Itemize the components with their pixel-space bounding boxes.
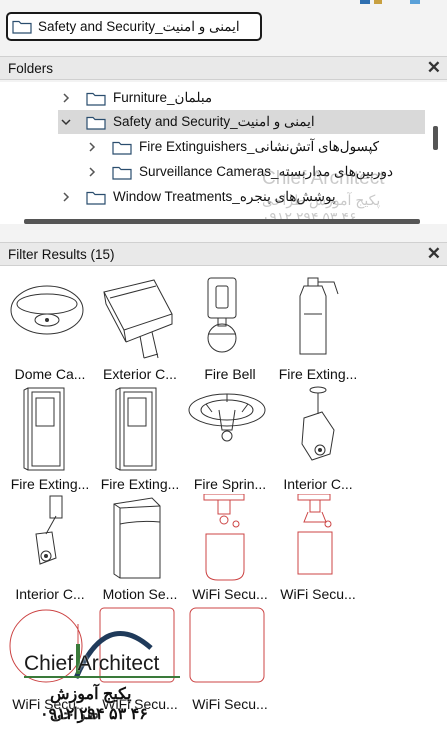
result-item[interactable]: Interior C... [272, 382, 360, 492]
tree-item-label: Safety and Security_ایمنی و امنیت [113, 114, 315, 129]
tree-item-label: Fire Extinguishers_کپسول‌های آتش‌نشانی [139, 139, 380, 154]
result-label: WiFi Secu... [12, 696, 88, 712]
result-label: Fire Sprin... [193, 476, 267, 492]
chevron-right-icon[interactable] [60, 191, 72, 203]
result-item[interactable]: WiFi Secu... [4, 602, 92, 712]
chevron-down-icon[interactable] [60, 116, 72, 128]
folders-panel-header: Folders ✕ [0, 56, 447, 80]
tree-item-furniture[interactable]: Furniture_مبلمان [60, 86, 212, 110]
toolbar-fragment [300, 0, 447, 4]
folder-icon [86, 115, 106, 130]
tree-item-surveillance-cameras[interactable]: Surveillance Cameras_دوربین‌های مداربسته [86, 160, 393, 184]
fire-extinguisher-icon [299, 277, 339, 355]
wifi-camera-round-icon [9, 609, 83, 683]
result-label: Fire Exting... [278, 366, 358, 382]
folder-icon [86, 190, 106, 205]
result-label: Fire Bell [204, 366, 256, 382]
fire-sprinkler-icon [188, 393, 266, 442]
current-folder-path[interactable]: Safety and Security_ایمنی و امنیت [6, 12, 262, 41]
result-label: Fire Exting... [10, 476, 90, 492]
tree-item-label: Window Treatments_پوشش‌های پنجره [113, 189, 336, 204]
wifi-camera-icon [297, 494, 333, 575]
result-item[interactable]: Fire Exting... [272, 272, 360, 382]
tree-item-fire-extinguishers[interactable]: Fire Extinguishers_کپسول‌های آتش‌نشانی [86, 135, 379, 159]
tree-item-label: Furniture_مبلمان [113, 90, 213, 105]
current-folder-label: Safety and Security_ایمنی و امنیت [38, 18, 240, 34]
folder-icon [112, 140, 132, 155]
interior-camera-wall-icon [35, 495, 63, 565]
result-label: Motion Se... [102, 586, 178, 602]
result-label: Exterior C... [103, 366, 177, 382]
result-item[interactable]: WiFi Secu... [94, 602, 182, 712]
dome-camera-icon [10, 285, 84, 335]
interior-camera-icon [301, 386, 335, 461]
result-label: Fire Exting... [100, 476, 180, 492]
wifi-camera-square-icon [99, 607, 175, 683]
result-label: WiFi Secu... [192, 586, 268, 602]
wifi-camera-icon [203, 494, 245, 581]
result-label: WiFi Secu... [192, 696, 268, 712]
folder-icon [86, 91, 106, 106]
result-label: Interior C... [15, 586, 85, 602]
extinguisher-cabinet-icon [115, 387, 157, 471]
top-bar: Safety and Security_ایمنی و امنیت [0, 0, 447, 50]
chevron-right-icon[interactable] [60, 92, 72, 104]
result-label: Dome Ca... [14, 366, 86, 382]
folder-tree[interactable]: Furniture_مبلمان Safety and Security_ایم… [0, 82, 447, 224]
result-item[interactable]: WiFi Secu... [184, 602, 272, 712]
tree-item-safety-security[interactable]: Safety and Security_ایمنی و امنیت [58, 110, 425, 134]
results-panel-header: Filter Results (15) ✕ [0, 242, 447, 266]
fire-bell-icon [207, 277, 237, 353]
result-item[interactable]: Fire Exting... [94, 382, 182, 492]
result-item[interactable]: Exterior C... [94, 272, 182, 382]
result-item[interactable]: Fire Bell [184, 272, 272, 382]
folder-icon [112, 165, 132, 180]
extinguisher-cabinet-icon [23, 387, 65, 471]
result-label: WiFi Secu... [102, 696, 178, 712]
vertical-scrollbar[interactable] [433, 126, 438, 150]
folders-panel-title: Folders [8, 60, 54, 76]
wifi-camera-square-icon [189, 607, 265, 683]
results-panel-title: Filter Results (15) [8, 246, 115, 262]
result-item[interactable]: WiFi Secu... [272, 492, 360, 602]
results-grid: Dome Ca... Exterior C... Fire Bell Fire … [0, 266, 447, 735]
folder-icon [12, 19, 32, 34]
tree-item-label: Surveillance Cameras_دوربین‌های مداربسته [139, 164, 393, 179]
horizontal-scrollbar[interactable] [24, 219, 420, 224]
close-icon[interactable]: ✕ [427, 244, 441, 264]
motion-sensor-icon [113, 497, 161, 579]
chevron-right-icon[interactable] [86, 166, 98, 178]
exterior-camera-icon [103, 279, 173, 359]
result-item[interactable]: Motion Se... [94, 492, 182, 602]
chevron-right-icon[interactable] [86, 141, 98, 153]
result-item[interactable]: Fire Exting... [4, 382, 92, 492]
result-label: WiFi Secu... [280, 586, 356, 602]
result-item[interactable]: WiFi Secu... [184, 492, 272, 602]
tree-item-window-treatments[interactable]: Window Treatments_پوشش‌های پنجره [60, 185, 336, 209]
result-item[interactable]: Interior C... [4, 492, 92, 602]
result-label: Interior C... [283, 476, 353, 492]
result-item[interactable]: Fire Sprin... [184, 382, 272, 492]
result-item[interactable]: Dome Ca... [4, 272, 92, 382]
close-icon[interactable]: ✕ [427, 58, 441, 78]
